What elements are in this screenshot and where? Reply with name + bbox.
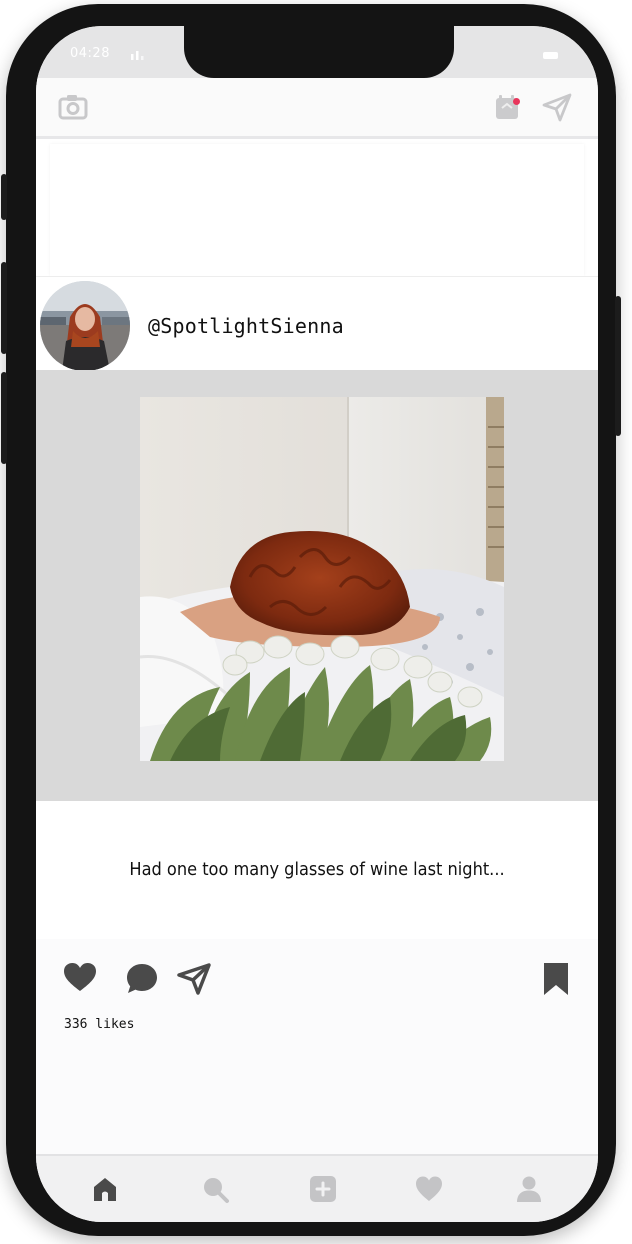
direct-message-icon[interactable]: [540, 90, 574, 124]
like-count[interactable]: 336 likes: [64, 1017, 134, 1032]
avatar-image: [40, 281, 130, 371]
post-media: [36, 370, 598, 801]
app-header: [36, 78, 598, 139]
volume-down-button: [1, 372, 7, 464]
caption-area: Had one too many glasses of wine last ni…: [36, 801, 598, 939]
phone-frame: 04:28 @SpotlightSienna Had one too many …: [1, 4, 621, 1236]
camera-icon[interactable]: [56, 90, 90, 124]
volume-up-button: [1, 262, 7, 354]
comment-icon[interactable]: [124, 961, 160, 997]
mute-switch: [1, 174, 7, 220]
post-photo-image: [140, 397, 504, 761]
username[interactable]: @SpotlightSienna: [148, 314, 344, 338]
stories-area: [50, 144, 584, 276]
phone-screen: 04:28 @SpotlightSienna Had one too many …: [36, 26, 598, 1222]
post-actions: 336 likes: [36, 939, 598, 1154]
heart-icon[interactable]: [62, 960, 98, 996]
profile-icon[interactable]: [514, 1174, 544, 1204]
bookmark-icon[interactable]: [538, 961, 574, 997]
post-photo[interactable]: [140, 397, 504, 761]
avatar[interactable]: [40, 281, 130, 371]
notification-dot: [513, 98, 520, 105]
post-caption: Had one too many glasses of wine last ni…: [129, 859, 505, 880]
share-icon[interactable]: [176, 961, 212, 997]
camera-notch: [184, 26, 454, 78]
home-icon[interactable]: [90, 1174, 120, 1204]
activity-icon[interactable]: [490, 90, 524, 124]
add-post-icon[interactable]: [308, 1174, 338, 1204]
post-header: @SpotlightSienna: [36, 276, 598, 371]
battery-icon: [543, 52, 558, 59]
status-time: 04:28: [70, 46, 110, 61]
bottom-nav: [36, 1154, 598, 1222]
power-button: [615, 296, 621, 436]
heart-icon[interactable]: [414, 1174, 444, 1204]
signal-icon: [131, 51, 144, 60]
search-icon[interactable]: [200, 1174, 230, 1204]
